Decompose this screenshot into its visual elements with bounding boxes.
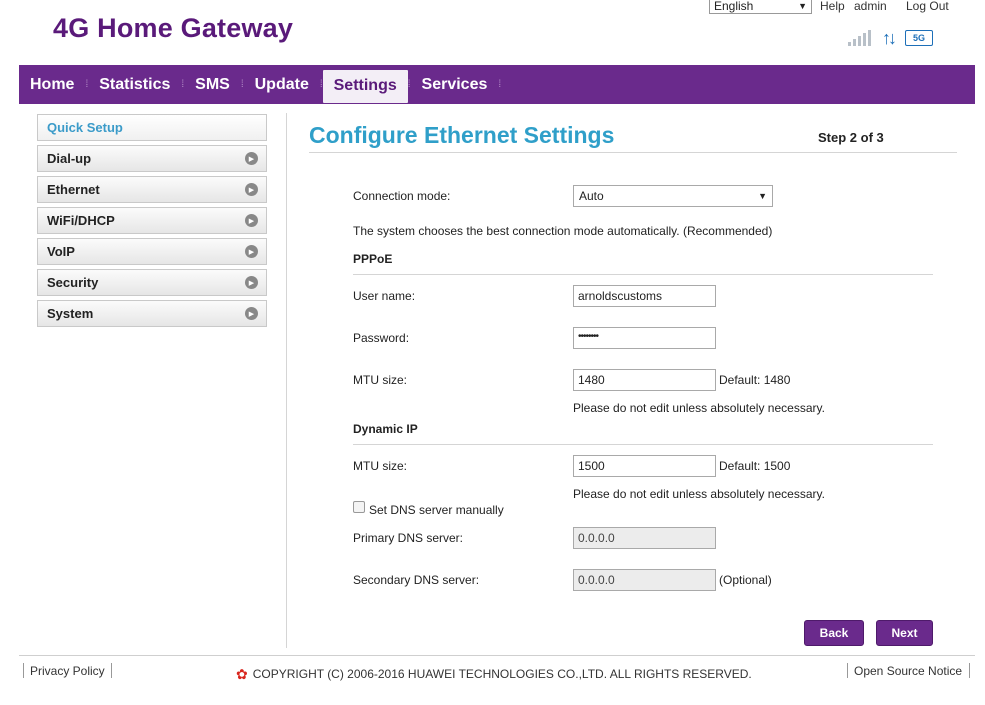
sidebar-item-voip[interactable]: VoIP ▶: [37, 238, 267, 265]
footer-separator: [969, 663, 970, 678]
nav-services[interactable]: Services: [411, 65, 499, 104]
content-divider: [286, 113, 287, 648]
copyright-text: COPYRIGHT (C) 2006-2016 HUAWEI TECHNOLOG…: [252, 667, 752, 681]
nav-home[interactable]: Home: [19, 65, 85, 104]
user-name: admin: [854, 0, 887, 13]
footer-separator: [111, 663, 112, 678]
sidebar: Quick Setup Dial-up ▶ Ethernet ▶ WiFi/DH…: [37, 114, 267, 331]
sidebar-item-security[interactable]: Security ▶: [37, 269, 267, 296]
help-link[interactable]: Help: [820, 0, 845, 13]
secondary-dns-optional: (Optional): [719, 573, 772, 587]
huawei-logo-icon: ✿: [236, 666, 248, 682]
title-divider: [309, 152, 957, 153]
network-badge: 5G: [912, 33, 925, 43]
username-input[interactable]: [573, 285, 716, 307]
dynamic-mtu-note: Please do not edit unless absolutely nec…: [573, 487, 825, 501]
pppoe-mtu-note: Please do not edit unless absolutely nec…: [573, 401, 825, 415]
sidebar-item-label: Dial-up: [47, 151, 92, 166]
back-button[interactable]: Back: [804, 620, 864, 646]
pppoe-mtu-input[interactable]: [573, 369, 716, 391]
password-input[interactable]: ••••••••: [573, 327, 716, 349]
chevron-right-icon: ▶: [245, 245, 258, 258]
password-label: Password:: [353, 331, 410, 345]
chevron-right-icon: ▶: [245, 276, 258, 289]
dns-manual-checkbox[interactable]: [353, 501, 365, 513]
section-divider: [353, 444, 933, 445]
dynamic-ip-heading: Dynamic IP: [353, 422, 418, 436]
chevron-right-icon: ▶: [245, 307, 258, 320]
secondary-dns-input: [573, 569, 716, 591]
connection-mode-value: Auto: [579, 189, 604, 203]
sidebar-item-system[interactable]: System ▶: [37, 300, 267, 327]
primary-dns-label: Primary DNS server:: [353, 531, 464, 545]
pppoe-mtu-label: MTU size:: [353, 373, 407, 387]
primary-dns-input: [573, 527, 716, 549]
sidebar-item-label: WiFi/DHCP: [47, 213, 115, 228]
nav-sms[interactable]: SMS: [184, 65, 241, 104]
username-label: User name:: [353, 289, 416, 303]
sidebar-item-quick-setup[interactable]: Quick Setup: [37, 114, 267, 141]
signal-strength-icon: [848, 30, 871, 46]
copyright: ✿ COPYRIGHT (C) 2006-2016 HUAWEI TECHNOL…: [236, 667, 752, 681]
chevron-right-icon: ▶: [245, 183, 258, 196]
chevron-right-icon: ▶: [245, 152, 258, 165]
sidebar-item-ethernet[interactable]: Ethernet ▶: [37, 176, 267, 203]
network-type-icon: 5G: [905, 30, 933, 46]
logout-link[interactable]: Log Out: [906, 0, 949, 13]
dynamic-mtu-input[interactable]: [573, 455, 716, 477]
sidebar-item-wifi-dhcp[interactable]: WiFi/DHCP ▶: [37, 207, 267, 234]
privacy-policy-link[interactable]: Privacy Policy: [30, 664, 105, 678]
step-indicator: Step 2 of 3: [818, 130, 884, 145]
chevron-down-icon: ▼: [758, 191, 767, 201]
open-source-notice-link[interactable]: Open Source Notice: [854, 664, 962, 678]
next-button[interactable]: Next: [876, 620, 933, 646]
language-select[interactable]: English ▼: [709, 0, 812, 14]
pppoe-heading: PPPoE: [353, 252, 393, 266]
sidebar-item-label: Ethernet: [47, 182, 100, 197]
page-title: Configure Ethernet Settings: [309, 122, 615, 148]
sidebar-item-label: Quick Setup: [47, 120, 123, 135]
nav-update[interactable]: Update: [244, 65, 320, 104]
secondary-dns-label: Secondary DNS server:: [353, 573, 480, 587]
nav-settings[interactable]: Settings: [322, 69, 408, 103]
nav-statistics[interactable]: Statistics: [88, 65, 181, 104]
section-divider: [353, 274, 933, 275]
chevron-down-icon: ▼: [798, 0, 807, 11]
data-transfer-icon: ↑↓: [882, 28, 897, 48]
dynamic-mtu-label: MTU size:: [353, 459, 407, 473]
pppoe-mtu-default: Default: 1480: [719, 373, 791, 387]
status-icons: ↑↓ 5G: [848, 28, 933, 48]
dns-manual-label: Set DNS server manually: [369, 503, 504, 517]
footer-separator: [23, 663, 24, 678]
main-nav: Home ⁞ Statistics ⁞ SMS ⁞ Update ⁞ Setti…: [19, 65, 975, 104]
connection-mode-description: The system chooses the best connection m…: [353, 224, 773, 238]
footer-divider: [19, 655, 975, 656]
sidebar-item-label: Security: [47, 275, 99, 290]
dynamic-mtu-default: Default: 1500: [719, 459, 791, 473]
language-value: English: [714, 0, 754, 13]
chevron-right-icon: ▶: [245, 214, 258, 227]
sidebar-item-dial-up[interactable]: Dial-up ▶: [37, 145, 267, 172]
footer-separator: [847, 663, 848, 678]
sidebar-item-label: System: [47, 306, 94, 321]
connection-mode-select[interactable]: Auto ▼: [573, 185, 773, 207]
nav-separator: ⁞: [498, 79, 502, 90]
sidebar-item-label: VoIP: [47, 244, 75, 259]
brand-title: 4G Home Gateway: [53, 13, 294, 43]
connection-mode-label: Connection mode:: [353, 189, 451, 203]
